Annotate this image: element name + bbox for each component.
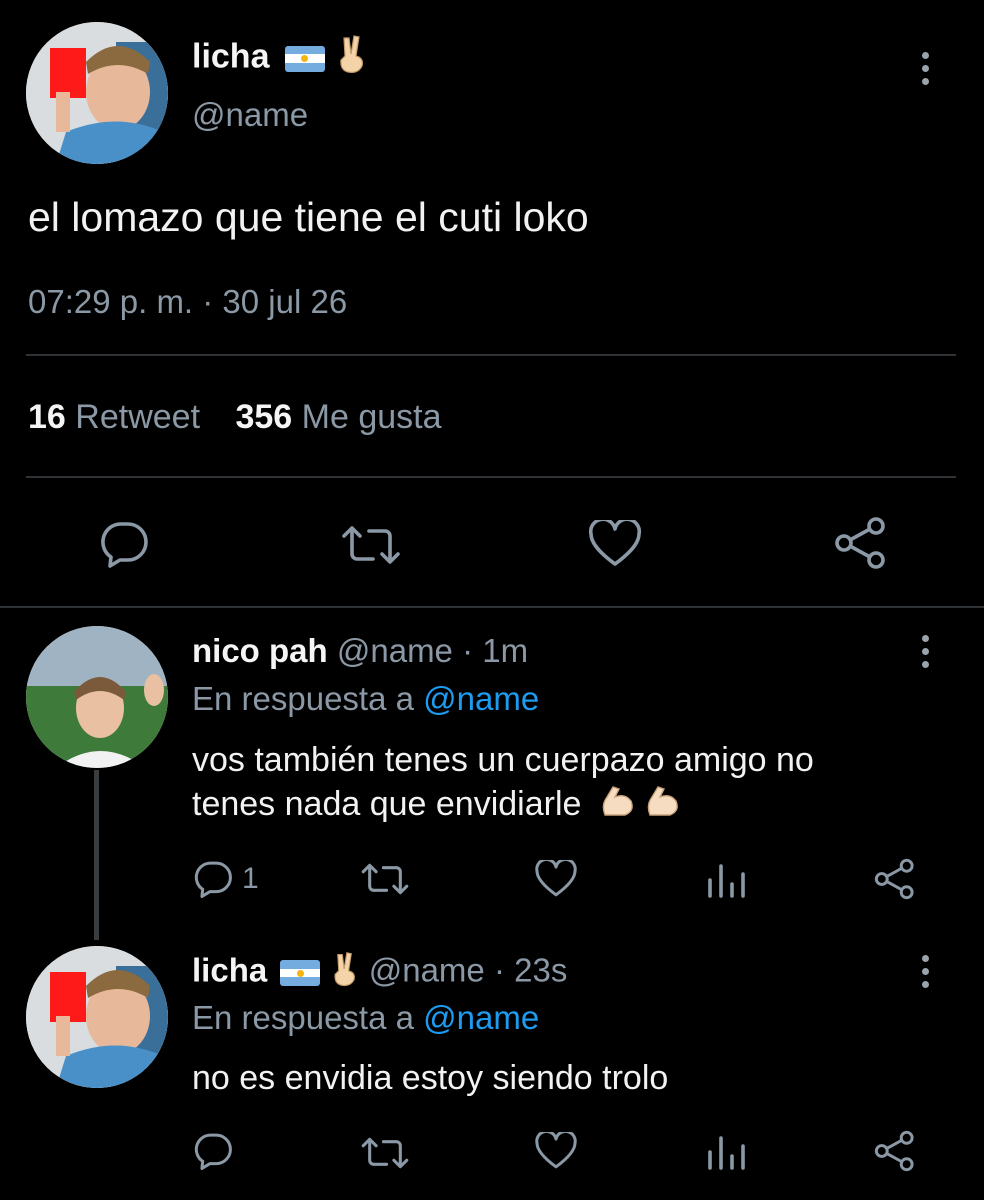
retweet-count: 16 xyxy=(28,398,66,436)
tweet-text: el lomazo que tiene el cuti loko xyxy=(28,194,589,240)
avatar[interactable] xyxy=(26,22,168,164)
reply-time: · 23s xyxy=(493,951,568,989)
retweet-icon[interactable] xyxy=(360,1136,410,1170)
reply-header: licha @name · 23s xyxy=(192,951,567,995)
retweet-icon[interactable] xyxy=(360,862,410,896)
replying-to: En respuesta a @name xyxy=(192,680,539,718)
reply-header: nico pah @name · 1m xyxy=(192,632,528,670)
replying-to-handle[interactable]: @name xyxy=(423,680,539,717)
reply-time: · 1m xyxy=(462,632,529,669)
author-name[interactable]: licha xyxy=(192,34,368,83)
like-icon[interactable] xyxy=(534,860,578,898)
reply-text-line: vos también tenes un cuerpazo amigo no xyxy=(192,741,814,779)
avatar[interactable] xyxy=(26,946,168,1088)
victory-hand-icon xyxy=(336,34,368,83)
reply-text: no es envidia estoy siendo trolo xyxy=(192,1059,669,1097)
author-display-name[interactable]: nico pah xyxy=(192,632,328,669)
more-options-icon[interactable] xyxy=(922,635,929,674)
tweet-stats: 16 Retweet 356 Me gusta xyxy=(28,398,442,437)
retweet-stat[interactable]: 16 Retweet xyxy=(28,398,209,436)
author-handle[interactable]: @name xyxy=(337,632,453,669)
reply-text: vos también tenes un cuerpazo amigo no t… xyxy=(192,738,814,830)
reply-text-line-2: tenes nada que envidiarle xyxy=(192,782,814,830)
replying-to: En respuesta a @name xyxy=(192,999,539,1037)
analytics-icon[interactable] xyxy=(706,860,746,898)
author-handle[interactable]: @name xyxy=(369,952,485,989)
share-icon[interactable] xyxy=(834,516,888,570)
replying-to-label: En respuesta a xyxy=(192,999,414,1036)
flag-argentina-icon xyxy=(280,960,321,986)
tweet-timestamp[interactable]: 07:29 p. m. · 30 jul 26 xyxy=(28,283,347,321)
avatar[interactable] xyxy=(26,626,168,768)
reply-icon[interactable] xyxy=(98,520,150,568)
reply-icon[interactable] xyxy=(192,1132,234,1170)
like-label: Me gusta xyxy=(301,398,442,436)
divider xyxy=(26,354,956,356)
like-icon[interactable] xyxy=(588,520,642,568)
section-divider xyxy=(0,606,984,608)
like-stat[interactable]: 356 Me gusta xyxy=(235,398,441,436)
share-icon[interactable] xyxy=(874,1130,916,1172)
retweet-icon[interactable] xyxy=(340,524,402,566)
victory-hand-icon xyxy=(330,951,360,995)
analytics-icon[interactable] xyxy=(706,1132,746,1170)
flexed-biceps-icon xyxy=(599,783,635,830)
flag-argentina-icon xyxy=(284,45,325,72)
reply-text-line-2-text: tenes nada que envidiarle xyxy=(192,785,582,823)
replying-to-handle[interactable]: @name xyxy=(423,999,539,1036)
thread-line xyxy=(94,770,99,940)
share-icon[interactable] xyxy=(874,858,916,900)
retweet-label: Retweet xyxy=(75,398,201,436)
more-options-icon[interactable] xyxy=(922,52,929,91)
replying-to-label: En respuesta a xyxy=(192,680,414,717)
divider xyxy=(26,476,956,478)
reply-count: 1 xyxy=(242,862,259,895)
like-count: 356 xyxy=(235,398,293,436)
flexed-biceps-icon xyxy=(644,783,680,830)
reply-icon[interactable] xyxy=(192,860,234,898)
author-handle[interactable]: @name xyxy=(192,96,308,134)
author-display-name: licha xyxy=(192,37,270,76)
more-options-icon[interactable] xyxy=(922,955,929,994)
author-display-name[interactable]: licha xyxy=(192,952,267,989)
like-icon[interactable] xyxy=(534,1132,578,1170)
